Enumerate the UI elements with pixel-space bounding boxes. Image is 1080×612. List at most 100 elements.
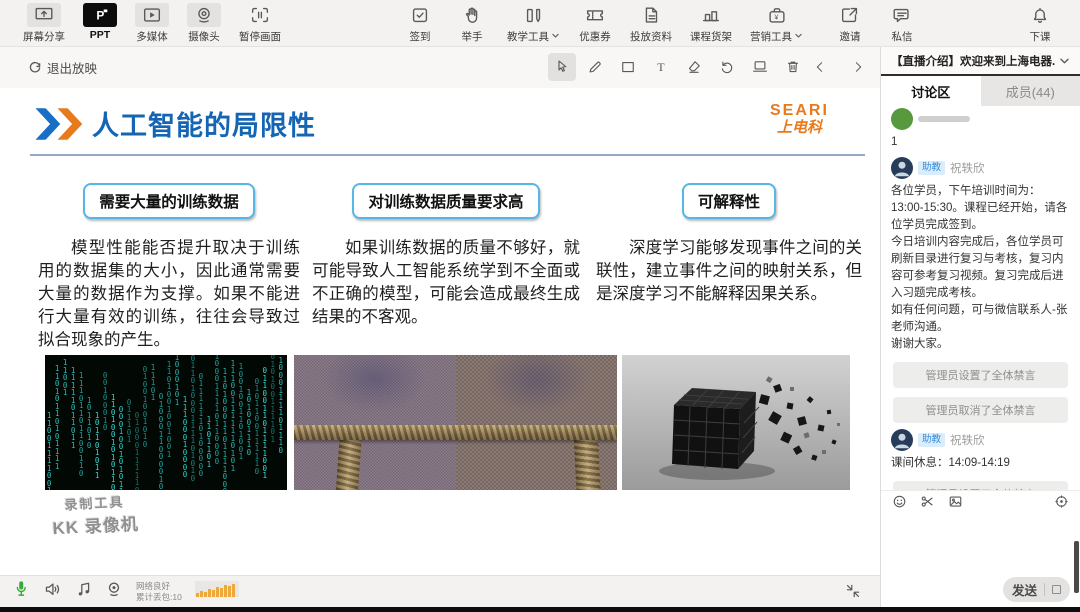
message-text: 各位学员，下午培训时间为：13:00-15:30。课程已经开始，请各位学员完成签…: [891, 183, 1070, 353]
title-underline: [30, 154, 865, 156]
toolbar-item-distribute-materials[interactable]: 投放资料: [630, 0, 672, 44]
chat-message: 1: [891, 108, 1070, 151]
chat-sidebar: 【直播介绍】欢迎来到上海电器... 讨论区 成员(44) 1 助教 祝轶欣 各位…: [880, 47, 1080, 607]
send-options-icon[interactable]: [1052, 585, 1061, 594]
slide-navigation: [806, 53, 872, 81]
disintegrating-cube-image: [622, 355, 850, 490]
chevron-down-icon: [551, 32, 560, 39]
toolbar-group-source: 屏幕分享 P PPT 多媒体 摄像头 暂停画面: [14, 0, 290, 44]
tab-members[interactable]: 成员(44): [981, 76, 1080, 106]
rectangle-tool-button[interactable]: [614, 53, 642, 81]
system-message: 管理员设置了全体禁言: [893, 362, 1068, 388]
presentation-toolbar: 退出放映 T: [0, 47, 880, 89]
chat-settings-icon[interactable]: [1054, 494, 1069, 514]
avatar: [891, 429, 913, 451]
check-in-icon: [403, 3, 437, 27]
slide-column-1: 需要大量的训练数据 模型性能能否提升取决于训练用的数据集的大小，因此通常需要大量…: [38, 183, 300, 352]
recorder-watermark: 录制工具 KK 录像机: [51, 491, 139, 539]
eraser-tool-button[interactable]: [680, 53, 708, 81]
rope-decor: [294, 425, 617, 440]
presentation-slide: 人工智能的局限性 SEARI 上电科 需要大量的训练数据 模型性能能否提升取决于…: [0, 88, 880, 575]
image-upload-button[interactable]: [948, 494, 963, 514]
raise-hand-icon: [455, 3, 489, 27]
previous-slide-button[interactable]: [806, 53, 834, 81]
collapse-view-icon[interactable]: [845, 583, 861, 604]
message-text: 课间休息：14:09-14:19: [891, 455, 1070, 472]
assistant-badge: 助教: [918, 433, 945, 447]
send-divider: [1044, 583, 1045, 596]
toolbar-item-teaching-tools[interactable]: 教学工具: [507, 0, 560, 44]
toolbar-item-check-in[interactable]: 签到: [403, 0, 437, 44]
system-message: 管理员设置了全体禁言: [893, 481, 1068, 490]
network-graph: [195, 581, 239, 602]
username: 祝轶欣: [950, 432, 985, 448]
column-body-text: 如果训练数据的质量不够好，就可能导致人工智能系统学到不全面或不正确的模型，可能会…: [312, 237, 580, 329]
scrollbar-thumb[interactable]: [1074, 541, 1079, 593]
text-tool-button[interactable]: T: [647, 53, 675, 81]
chat-message-list[interactable]: 1 助教 祝轶欣 各位学员，下午培训时间为：13:00-15:30。课程已经开始…: [881, 106, 1080, 490]
toolbar-item-end-class[interactable]: 下课: [1023, 0, 1057, 44]
window-bottom-edge: [0, 607, 1080, 612]
delete-annotation-button[interactable]: [779, 53, 807, 81]
exit-presentation-label: 退出放映: [47, 58, 97, 77]
live-intro-header[interactable]: 【直播介绍】欢迎来到上海电器...: [881, 47, 1080, 76]
whiteboard-tool-button[interactable]: [746, 53, 774, 81]
network-status: 网络良好 累计丢包:10: [136, 581, 182, 602]
document-icon: [634, 3, 668, 27]
noisy-image-comparison: [294, 355, 617, 490]
toolbar-item-ppt[interactable]: P PPT: [83, 0, 117, 44]
undo-tool-button[interactable]: [713, 53, 741, 81]
toolbar-item-pause-screen[interactable]: 暂停画面: [239, 0, 281, 44]
multimedia-icon: [135, 3, 169, 27]
composer-toolbar: [881, 490, 1080, 517]
sidebar-tabs: 讨论区 成员(44): [881, 76, 1080, 106]
image-right-half: [456, 355, 618, 490]
screenshot-scissors-button[interactable]: [920, 494, 935, 514]
avatar: [891, 157, 913, 179]
send-button-label: 发送: [1012, 580, 1037, 599]
toolbar-item-invite[interactable]: 邀请: [833, 0, 867, 44]
toolbar-item-course-shelf[interactable]: 课程货架: [690, 0, 732, 44]
chat-message: 助教 祝轶欣 课间休息：14:09-14:19: [891, 429, 1070, 472]
packet-loss: 累计丢包:10: [136, 592, 182, 602]
emoji-button[interactable]: [892, 494, 907, 514]
title-chevrons-decor: [34, 106, 86, 142]
column-body-text: 深度学习能够发现事件之间的关联性，建立事件之间的映射关系，但是深度学习不能解释因…: [596, 237, 862, 306]
microphone-button[interactable]: [12, 579, 30, 604]
column-body-text: 模型性能能否提升取决于训练用的数据集的大小，因此通常需要大量的数据作为支撑。如果…: [38, 237, 300, 352]
send-button[interactable]: 发送: [1003, 577, 1070, 602]
column-heading-box: 可解释性: [682, 183, 776, 219]
pause-screen-icon: [243, 3, 277, 27]
assistant-badge: 助教: [918, 161, 945, 175]
send-row: 发送: [881, 571, 1080, 607]
chat-input[interactable]: [881, 517, 1080, 571]
toolbar-item-marketing-tools[interactable]: ¥ 营销工具: [750, 0, 803, 44]
toolbar-item-multimedia[interactable]: 多媒体: [135, 0, 169, 44]
chat-bubble-icon: [885, 3, 919, 27]
toolbar-item-raise-hand[interactable]: 举手: [455, 0, 489, 44]
svg-text:¥: ¥: [774, 15, 778, 22]
slide-column-3: 可解释性 深度学习能够发现事件之间的关联性，建立事件之间的映射关系，但是深度学习…: [596, 183, 862, 306]
toolbar-item-coupon[interactable]: 优惠券: [578, 0, 612, 44]
toolbar-item-camera[interactable]: 摄像头: [187, 0, 221, 44]
toolbar-spacer: [928, 0, 1014, 44]
toolbar-item-screen-share[interactable]: 屏幕分享: [23, 0, 65, 44]
pen-tool-button[interactable]: [581, 53, 609, 81]
music-button[interactable]: [75, 580, 92, 603]
select-tool-button[interactable]: [548, 53, 576, 81]
slide-column-2: 对训练数据质量要求高 如果训练数据的质量不够好，就可能导致人工智能系统学到不全面…: [312, 183, 580, 329]
tab-discussion[interactable]: 讨论区: [881, 76, 981, 106]
toolbar-item-private-message[interactable]: 私信: [885, 0, 919, 44]
toolbar-group-class-tools: 签到 举手 教学工具 优惠券 投放资料 课程货架 ¥ 营销工具: [394, 0, 812, 44]
speaker-button[interactable]: [43, 580, 62, 603]
screen-share-icon: [27, 3, 61, 27]
image-left-half: [294, 355, 456, 490]
next-slide-button[interactable]: [844, 53, 872, 81]
exit-presentation-button[interactable]: 退出放映: [28, 58, 97, 77]
webcam-button[interactable]: [105, 580, 123, 603]
app-window: 屏幕分享 P PPT 多媒体 摄像头 暂停画面 签到 举手 教学工具 优惠券 投…: [0, 0, 1080, 612]
username: 祝轶欣: [950, 160, 985, 176]
exit-presentation-icon: [28, 61, 42, 75]
slide-title: 人工智能的局限性: [92, 104, 316, 143]
message-text: 1: [891, 134, 1070, 151]
